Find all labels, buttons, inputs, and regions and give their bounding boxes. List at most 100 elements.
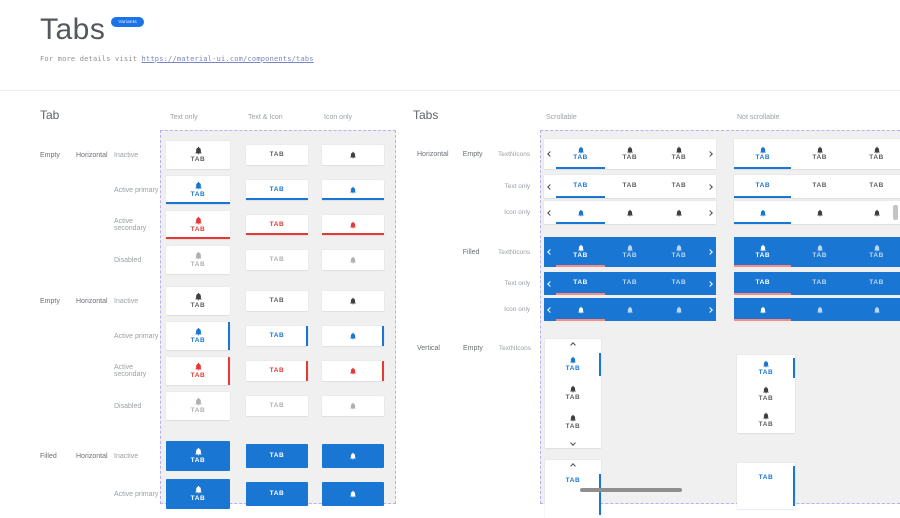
tab-textonly[interactable]: TAB: [246, 215, 308, 235]
tab-texticon[interactable]: TAB: [166, 322, 230, 350]
tab[interactable]: [791, 201, 848, 224]
chevron-right-icon: [707, 210, 713, 216]
scroll-right-button[interactable]: [704, 237, 716, 267]
tab-textonly[interactable]: TAB: [246, 482, 308, 506]
tab[interactable]: TAB: [791, 237, 848, 267]
tab-icononly[interactable]: [322, 396, 384, 416]
tab[interactable]: [848, 298, 900, 321]
tab[interactable]: TAB: [654, 139, 703, 169]
tab-state-row: Active primaryTABTAB: [40, 176, 396, 204]
tab[interactable]: [734, 201, 791, 224]
tab[interactable]: TAB: [545, 471, 601, 518]
scroll-right-button[interactable]: [704, 139, 716, 169]
tab-icononly[interactable]: [322, 250, 384, 270]
scroll-left-button[interactable]: [544, 201, 556, 224]
tab-texticon[interactable]: TAB: [166, 141, 230, 169]
tab-icononly[interactable]: [322, 326, 384, 346]
scroll-left-button[interactable]: [544, 237, 556, 267]
scroll-right-button[interactable]: [704, 298, 716, 321]
tab[interactable]: TAB: [605, 237, 654, 267]
tab[interactable]: [734, 298, 791, 321]
tab[interactable]: TAB: [556, 272, 605, 295]
tab[interactable]: TAB: [734, 175, 791, 198]
tab[interactable]: [654, 201, 703, 224]
bell-icon: [873, 306, 881, 314]
tab[interactable]: TAB: [848, 237, 900, 267]
tab[interactable]: TAB: [848, 139, 900, 169]
tab[interactable]: TAB: [556, 175, 605, 198]
tab[interactable]: TAB: [556, 237, 605, 267]
scroll-left-button[interactable]: [544, 298, 556, 321]
tab[interactable]: [605, 298, 654, 321]
scroll-left-button[interactable]: [544, 272, 556, 295]
tab[interactable]: TAB: [848, 272, 900, 295]
tab[interactable]: TAB: [556, 139, 605, 169]
tab[interactable]: TAB: [734, 272, 791, 295]
tab[interactable]: TAB: [791, 175, 848, 198]
tab-textonly[interactable]: TAB: [246, 250, 308, 270]
tab-icononly[interactable]: [322, 145, 384, 165]
tab-textonly[interactable]: TAB: [246, 180, 308, 200]
tab[interactable]: TAB: [734, 139, 791, 169]
tab[interactable]: [556, 201, 605, 224]
tab-textonly[interactable]: TAB: [246, 396, 308, 416]
tab-texticon[interactable]: TAB: [166, 211, 230, 239]
tab[interactable]: TAB: [791, 139, 848, 169]
scroll-left-button[interactable]: [544, 139, 556, 169]
vertical-tabs-scrollable: TABTABTAB: [545, 339, 601, 448]
tab[interactable]: TAB: [545, 350, 601, 379]
tab[interactable]: TAB: [791, 272, 848, 295]
scroll-up-button[interactable]: [545, 339, 601, 350]
bell-icon: [675, 244, 683, 252]
tab[interactable]: TAB: [654, 237, 703, 267]
docs-link[interactable]: https://material-ui.com/components/tabs: [142, 55, 314, 63]
tab-icononly[interactable]: [322, 215, 384, 235]
tab[interactable]: [605, 201, 654, 224]
tab-texticon[interactable]: TAB: [166, 176, 230, 204]
tab-icononly[interactable]: [322, 361, 384, 381]
scroll-down-button[interactable]: [545, 437, 601, 448]
scroll-right-button[interactable]: [704, 175, 716, 198]
scroll-left-button[interactable]: [544, 175, 556, 198]
tab-textonly[interactable]: TAB: [246, 444, 308, 468]
tab-textonly[interactable]: TAB: [246, 326, 308, 346]
scroll-right-button[interactable]: [704, 272, 716, 295]
tab[interactable]: TAB: [605, 139, 654, 169]
tab[interactable]: TAB: [545, 408, 601, 437]
tab[interactable]: TAB: [737, 463, 795, 509]
tab[interactable]: TAB: [737, 381, 795, 407]
chevron-left-icon: [547, 151, 553, 157]
scroll-up-button[interactable]: [545, 460, 601, 471]
tab[interactable]: TAB: [545, 379, 601, 408]
bell-icon: [577, 306, 585, 314]
tab-label: TAB: [573, 280, 588, 287]
tab[interactable]: TAB: [605, 272, 654, 295]
tab-texticon[interactable]: TAB: [166, 479, 230, 509]
tab-icononly[interactable]: [322, 482, 384, 506]
tab[interactable]: TAB: [737, 407, 795, 433]
tab-icononly[interactable]: [322, 444, 384, 468]
horizontal-scrollbar[interactable]: [580, 488, 682, 492]
tab[interactable]: TAB: [654, 175, 703, 198]
tab[interactable]: [556, 298, 605, 321]
bell-icon: [349, 367, 357, 375]
vertical-scrollbar[interactable]: [893, 205, 898, 220]
tab-texticon[interactable]: TAB: [166, 357, 230, 385]
tab[interactable]: TAB: [605, 175, 654, 198]
tab-texticon[interactable]: TAB: [166, 441, 230, 471]
tab-texticon[interactable]: TAB: [166, 287, 230, 315]
tab-texticon[interactable]: TAB: [166, 246, 230, 274]
tab-texticon[interactable]: TAB: [166, 392, 230, 420]
tab-textonly[interactable]: TAB: [246, 361, 308, 381]
tab-icononly[interactable]: [322, 291, 384, 311]
tab-textonly[interactable]: TAB: [246, 291, 308, 311]
tab[interactable]: [791, 298, 848, 321]
tab-icononly[interactable]: [322, 180, 384, 200]
tab-textonly[interactable]: TAB: [246, 145, 308, 165]
tab[interactable]: TAB: [654, 272, 703, 295]
tab[interactable]: TAB: [734, 237, 791, 267]
tab[interactable]: TAB: [737, 355, 795, 381]
tab[interactable]: [654, 298, 703, 321]
tab[interactable]: TAB: [848, 175, 900, 198]
scroll-right-button[interactable]: [704, 201, 716, 224]
